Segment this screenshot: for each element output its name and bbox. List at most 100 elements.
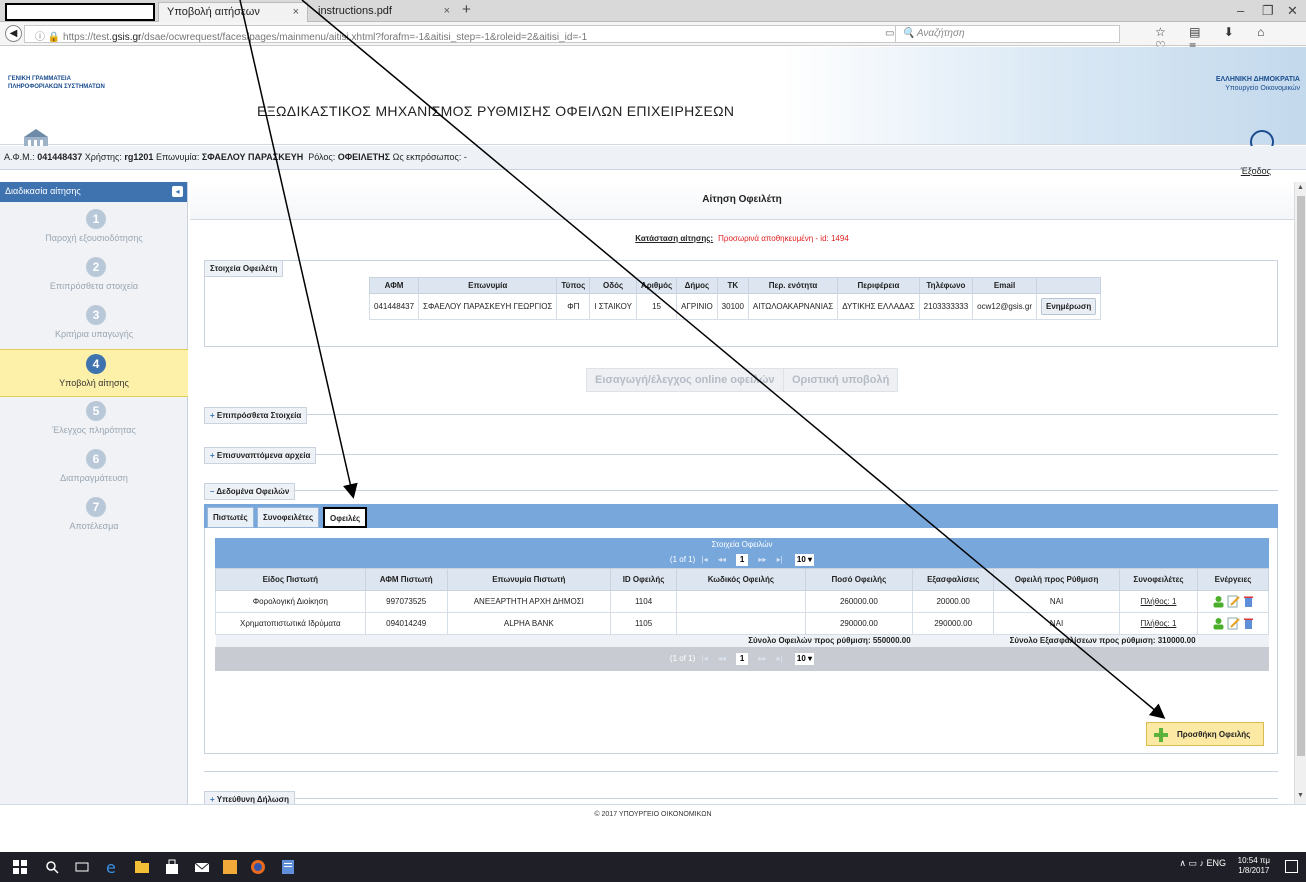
back-icon[interactable]: ◀ <box>5 25 22 42</box>
debts-col-header: ID Οφειλής <box>609 568 678 591</box>
windows-start-icon[interactable] <box>12 859 28 875</box>
debts-legend[interactable]: – Δεδομένα Οφειλών <box>204 483 296 500</box>
last-page-icon[interactable]: ▸| <box>777 654 783 663</box>
step-criteria[interactable]: 3 Κριτήρια υπαγωγής <box>0 301 188 349</box>
debts-col-header: Ποσό Οφειλής <box>804 568 914 591</box>
rows-per-page-select[interactable]: 10 ▾ <box>794 652 815 665</box>
prev-page-icon[interactable]: ◂◂ <box>718 555 726 564</box>
add-debt-button[interactable]: Προσθήκη Οφειλής <box>1146 722 1264 746</box>
user-icon[interactable] <box>1212 595 1225 608</box>
search-input[interactable]: 🔍 Αναζήτηση <box>895 25 1120 43</box>
first-page-icon[interactable]: |◂ <box>702 555 708 564</box>
page-banner-title: ΕΞΩΔΙΚΑΣΤΙΚΟΣ ΜΗΧΑΝΙΣΜΟΣ ΡΥΘΜΙΣΗΣ ΟΦΕΙΛΩ… <box>257 103 735 119</box>
codebtors-link[interactable]: Πλήθος: 1 <box>1118 612 1199 635</box>
debts-col-header: Κωδικός Οφειλής <box>676 568 806 591</box>
pager-info: (1 of 1) <box>669 555 696 564</box>
debt-tabs: Πιστωτές Συνοφειλέτες Οφειλές <box>204 504 1278 528</box>
update-button[interactable]: Ενημέρωση <box>1040 298 1097 315</box>
tab-label: Υποβολή αιτήσεων <box>167 6 260 18</box>
logout-link[interactable]: Έξοδος <box>1241 166 1271 176</box>
tab-applications[interactable]: Υποβολή αιτήσεων × <box>158 2 308 22</box>
page-title: Αίτηση Οφειλέτη <box>190 182 1294 220</box>
notifications-icon[interactable] <box>1285 860 1298 873</box>
store-icon[interactable] <box>164 859 180 875</box>
scroll-thumb[interactable] <box>1297 196 1305 756</box>
attachments-legend[interactable]: + Επισυναπτόμενα αρχεία <box>204 447 317 464</box>
first-page-icon[interactable]: |◂ <box>702 654 708 663</box>
debtor-col-header: Δήμος <box>676 277 718 294</box>
debtor-col-header: Τηλέφωνο <box>918 277 974 294</box>
tray-icons[interactable]: ∧ ▭ ♪ ENG <box>1179 858 1226 869</box>
delete-icon[interactable] <box>1242 617 1255 630</box>
debtor-col-header: Οδός <box>589 277 637 294</box>
extra-data-legend[interactable]: + Επιπρόσθετα Στοιχεία <box>204 407 308 424</box>
prev-page-icon[interactable]: ◂◂ <box>718 654 726 663</box>
next-page-icon[interactable]: ▸▸ <box>758 654 766 663</box>
edit-icon[interactable] <box>1227 617 1240 630</box>
debtor-col-header: Περιφέρεια <box>837 277 920 294</box>
paint-icon[interactable] <box>222 859 238 875</box>
online-debts-button[interactable]: Εισαγωγή/έλεγχος online οφειλών <box>586 368 784 392</box>
tab-creditors[interactable]: Πιστωτές <box>207 507 254 528</box>
debtor-cell: ΑΙΤΩΛΟΑΚΑΡΝΑΝΙΑΣ <box>747 293 839 320</box>
search-icon[interactable] <box>44 859 60 875</box>
document-viewer-icon[interactable] <box>280 859 296 875</box>
edge-icon[interactable]: e <box>104 859 120 875</box>
debts-col-header: Είδος Πιστωτή <box>215 568 366 591</box>
vertical-scrollbar[interactable]: ▲ ▼ <box>1294 182 1306 804</box>
step-authorization[interactable]: 1 Παροχή εξουσιοδότησης <box>0 205 188 253</box>
page-number[interactable]: 1 <box>736 554 749 566</box>
rows-per-page-select[interactable]: 10 ▾ <box>794 554 815 566</box>
debtor-cell: ΦΠ <box>556 293 591 320</box>
restore-icon[interactable]: ❐ <box>1262 3 1274 19</box>
next-page-icon[interactable]: ▸▸ <box>758 555 766 564</box>
browser-navbar: ◀ ⓘ 🔒 https://test.gsis.gr/dsae/ocwreque… <box>0 22 1306 53</box>
step-completeness-check[interactable]: 5 Έλεγχος πληρότητας <box>0 397 188 445</box>
process-sidebar: Διαδικασία αίτησης ◂ 1 Παροχή εξουσιοδότη… <box>0 182 188 804</box>
tab-instructions[interactable]: instructions.pdf × <box>310 2 458 22</box>
expand-icon: + <box>210 795 215 804</box>
url-text: ⓘ 🔒 https://test.gsis.gr/dsae/ocwrequest… <box>35 32 588 43</box>
blank-tab[interactable] <box>5 3 155 21</box>
delete-icon[interactable] <box>1242 595 1255 608</box>
org-left: ΓΕΝΙΚΗ ΓΡΑΜΜΑΤΕΙΑ ΠΛΗΡΟΦΟΡΙΑΚΩΝ ΣΥΣΤΗΜΑΤ… <box>8 76 105 90</box>
final-submit-button[interactable]: Οριστική υποβολή <box>783 368 899 392</box>
window-close-icon[interactable]: ✕ <box>1287 3 1298 19</box>
tab-debts[interactable]: Οφειλές <box>323 507 368 528</box>
pager-info: (1 of 1) <box>669 653 696 663</box>
collapse-icon[interactable]: ◂ <box>172 186 183 197</box>
new-tab-button[interactable]: + <box>462 1 471 18</box>
clock[interactable]: 10:54 πμ 1/8/2017 <box>1238 856 1270 876</box>
mail-icon[interactable] <box>194 859 210 875</box>
table-cell: ΝΑΙ <box>993 612 1120 635</box>
table-row: Φορολογική Διοίκηση 997073525 ΑΝΕΞΑΡΤΗΤΗ Α… <box>215 590 1269 613</box>
firefox-icon[interactable] <box>250 859 266 875</box>
actions-cell <box>1197 612 1269 635</box>
page-number[interactable]: 1 <box>736 652 749 665</box>
tab-codebtors[interactable]: Συνοφειλέτες <box>257 507 320 528</box>
debts-grid: Στοιχεία Οφειλών (1 of 1) |◂ ◂◂ 1 ▸▸ ▸| … <box>215 538 1269 671</box>
tab-label: instructions.pdf <box>318 5 392 17</box>
step-result[interactable]: 7 Αποτέλεσμα <box>0 493 188 541</box>
debts-col-header: Ενέργειες <box>1197 568 1269 591</box>
pager-bottom: (1 of 1) |◂ ◂◂ 1 ▸▸ ▸| 10 ▾ <box>215 646 1269 671</box>
user-icon[interactable] <box>1212 617 1225 630</box>
scroll-down-icon: ▼ <box>1297 792 1304 799</box>
close-icon[interactable]: × <box>293 3 299 21</box>
task-view-icon[interactable] <box>74 859 90 875</box>
step-additional-data[interactable]: 2 Επιπρόσθετα στοιχεία <box>0 253 188 301</box>
file-explorer-icon[interactable] <box>134 859 150 875</box>
close-icon[interactable]: × <box>444 2 450 20</box>
minimize-icon[interactable]: – <box>1237 3 1244 18</box>
codebtors-link[interactable]: Πλήθος: 1 <box>1118 590 1199 613</box>
debts-table: Είδος Πιστωτή ΑΦΜ Πιστωτή Επωνυμία Πιστωτή… <box>215 568 1269 647</box>
edit-icon[interactable] <box>1227 595 1240 608</box>
grid-caption: Στοιχεία Οφειλών <box>215 538 1269 552</box>
extra-data-fieldset: + Επιπρόσθετα Στοιχεία <box>204 407 1278 428</box>
debtor-legend: Στοιχεία Οφειλέτη <box>204 260 284 277</box>
step-submission[interactable]: 4 Υποβολή αίτησης <box>0 349 188 397</box>
step-negotiation[interactable]: 6 Διαπραγμάτευση <box>0 445 188 493</box>
address-bar[interactable]: ⓘ 🔒 https://test.gsis.gr/dsae/ocwrequest… <box>24 25 1044 43</box>
last-page-icon[interactable]: ▸| <box>777 555 783 564</box>
main-content: Αίτηση Οφειλέτη Κατάσταση αίτησης: Προσωρ… <box>190 182 1294 808</box>
